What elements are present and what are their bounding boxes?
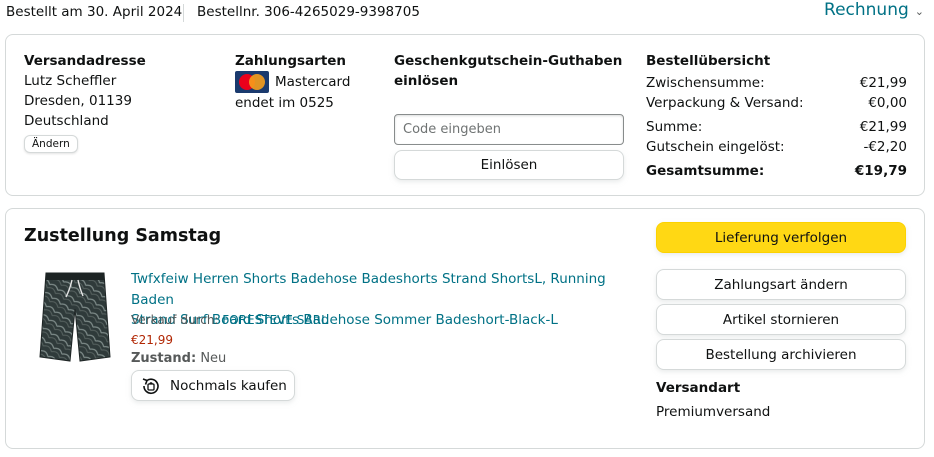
cancel-items-button[interactable]: Artikel stornieren <box>656 304 906 335</box>
product-condition: Zustand: Neu <box>131 351 226 366</box>
archive-order-button[interactable]: Bestellung archivieren <box>656 339 906 370</box>
chevron-down-icon: ⌄ <box>914 5 924 18</box>
order-date: Bestellt am 30. April 2024 <box>6 4 183 20</box>
header-divider <box>183 4 184 22</box>
order-totals-heading: Bestellübersicht <box>646 53 771 69</box>
shipping-method-value: Premiumversand <box>656 404 771 420</box>
giftcard-section: Geschenkgutschein-Guthaben einlösen Einl… <box>394 51 626 191</box>
shipping-cost-label: Verpackung & Versand: <box>646 95 804 111</box>
change-payment-button[interactable]: Zahlungsart ändern <box>656 269 906 300</box>
mastercard-logo <box>235 71 269 93</box>
sum-label: Summe: <box>646 119 703 135</box>
track-package-button[interactable]: Lieferung verfolgen <box>656 222 906 253</box>
payment-section: Zahlungsarten Mastercard endet im 0525 <box>235 51 350 113</box>
buy-again-button[interactable]: Nochmals kaufen <box>131 370 295 401</box>
grand-total-row: Gesamtsumme: €19,79 <box>646 163 907 179</box>
shipping-address-heading: Versandadresse <box>24 53 146 69</box>
card-brand: Mastercard <box>275 74 351 90</box>
condition-value: Neu <box>200 351 227 366</box>
order-header: Bestellt am 30. April 2024 Bestellnr. 30… <box>0 0 934 26</box>
invoice-label: Rechnung <box>824 0 909 20</box>
voucher-row: Gutschein eingelöst: -€2,20 <box>646 139 907 155</box>
condition-label: Zustand: <box>131 351 197 366</box>
giftcard-heading-line1: Geschenkgutschein-Guthaben <box>394 53 623 69</box>
order-summary-card: Versandadresse Lutz Scheffler Dresden, 0… <box>5 34 925 196</box>
shipment-card: Zustellung Samstag Twfxfeiw Herren Short… <box>5 208 925 449</box>
address-city: Dresden, 01139 <box>24 93 132 109</box>
sum-row: Summe: €21,99 <box>646 119 907 135</box>
voucher-value: -€2,20 <box>863 139 907 155</box>
delivery-title: Zustellung Samstag <box>24 226 222 246</box>
seller-link[interactable]: FORESTEVE SARL <box>222 313 327 327</box>
shipping-cost-row: Verpackung & Versand: €0,00 <box>646 95 907 111</box>
subtotal-row: Zwischensumme: €21,99 <box>646 75 907 91</box>
shipping-address-section: Versandadresse Lutz Scheffler Dresden, 0… <box>24 51 146 153</box>
product-price: €21,99 <box>131 333 173 347</box>
grand-total-label: Gesamtsumme: <box>646 163 765 179</box>
card-expiry: endet im 0525 <box>235 95 334 111</box>
redeem-button[interactable]: Einlösen <box>394 150 624 180</box>
shipping-cost-value: €0,00 <box>868 95 907 111</box>
voucher-label: Gutschein eingelöst: <box>646 139 785 155</box>
order-totals-section: Bestellübersicht Zwischensumme: €21,99 V… <box>646 51 907 191</box>
buy-again-label: Nochmals kaufen <box>170 377 287 394</box>
subtotal-value: €21,99 <box>859 75 907 91</box>
address-name: Lutz Scheffler <box>24 73 117 89</box>
address-country: Deutschland <box>24 113 109 129</box>
giftcard-code-input[interactable] <box>394 114 624 145</box>
shipping-method-heading: Versandart <box>656 380 741 396</box>
sum-value: €21,99 <box>859 119 907 135</box>
giftcard-heading-line2: einlösen <box>394 73 459 89</box>
payment-heading: Zahlungsarten <box>235 53 347 69</box>
change-address-button[interactable]: Ändern <box>24 135 78 153</box>
invoice-dropdown[interactable]: Rechnung ⌄ <box>824 0 924 20</box>
rebuy-icon <box>142 377 159 394</box>
order-number: Bestellnr. 306-4265029-9398705 <box>197 4 420 20</box>
seller-info: Verkauf durch: FORESTEVE SARL <box>131 313 328 327</box>
seller-prefix: Verkauf durch: <box>131 313 223 327</box>
product-image[interactable] <box>36 269 114 365</box>
product-title-line1: Twfxfeiw Herren Shorts Badehose Badeshor… <box>131 271 606 308</box>
payment-card-row: Mastercard <box>235 71 350 93</box>
subtotal-label: Zwischensumme: <box>646 75 765 91</box>
grand-total-value: €19,79 <box>854 163 907 179</box>
